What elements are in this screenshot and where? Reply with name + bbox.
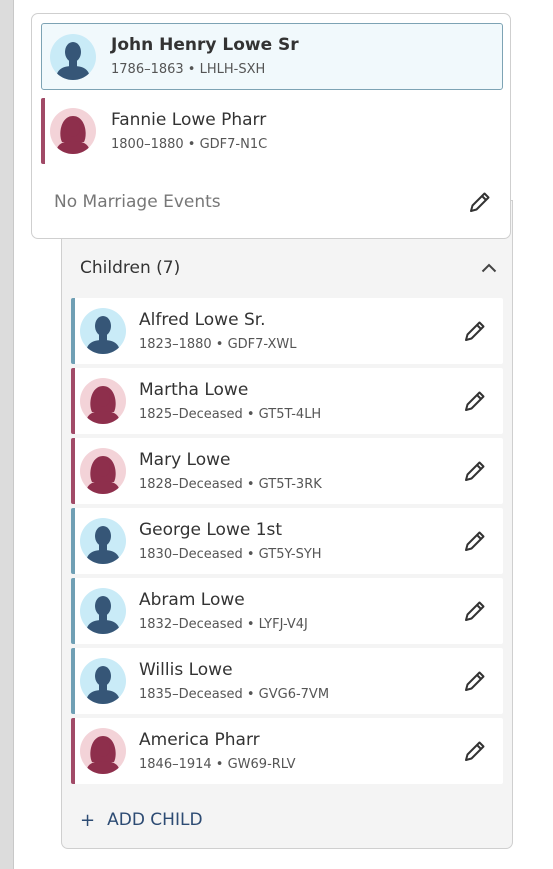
- child-person-card[interactable]: Alfred Lowe Sr. 1823–1880 • GDF7-XWL: [71, 298, 503, 364]
- add-child-button[interactable]: + ADD CHILD: [80, 805, 203, 835]
- child-meta: 1828–Deceased • GT5T-3RK: [139, 476, 322, 492]
- male-avatar-icon: [80, 658, 126, 704]
- children-panel: Children (7) Alfred Lowe Sr. 1823–1880 • …: [61, 200, 513, 849]
- child-name: Alfred Lowe Sr.: [139, 309, 266, 330]
- male-avatar-icon: [80, 518, 126, 564]
- child-meta: 1823–1880 • GDF7-XWL: [139, 336, 297, 352]
- couple-card: John Henry Lowe Sr 1786–1863 • LHLH-SXH …: [31, 13, 511, 239]
- edit-child-pencil-icon[interactable]: [461, 597, 489, 625]
- husband-person-card[interactable]: John Henry Lowe Sr 1786–1863 • LHLH-SXH: [41, 23, 503, 90]
- child-person-card[interactable]: Willis Lowe 1835–Deceased • GVG6-7VM: [71, 648, 503, 714]
- plus-icon: +: [80, 809, 96, 831]
- edit-child-pencil-icon[interactable]: [461, 387, 489, 415]
- male-avatar-icon: [80, 588, 126, 634]
- marriage-events-row: No Marriage Events: [54, 182, 494, 222]
- child-person-card[interactable]: America Pharr 1846–1914 • GW69-RLV: [71, 718, 503, 784]
- wife-person-card[interactable]: Fannie Lowe Pharr 1800–1880 • GDF7-N1C: [41, 98, 503, 164]
- child-name: George Lowe 1st: [139, 519, 283, 540]
- edit-marriage-pencil-icon[interactable]: [466, 188, 494, 216]
- edit-child-pencil-icon[interactable]: [461, 527, 489, 555]
- edit-child-pencil-icon[interactable]: [461, 457, 489, 485]
- add-child-label: ADD CHILD: [107, 810, 203, 830]
- child-name: Willis Lowe: [139, 659, 233, 680]
- child-person-card[interactable]: Mary Lowe 1828–Deceased • GT5T-3RK: [71, 438, 503, 504]
- child-meta: 1832–Deceased • LYFJ-V4J: [139, 616, 308, 632]
- child-name: America Pharr: [139, 729, 260, 750]
- wife-name: Fannie Lowe Pharr: [111, 109, 267, 130]
- wife-meta: 1800–1880 • GDF7-N1C: [111, 136, 268, 152]
- child-person-card[interactable]: Martha Lowe 1825–Deceased • GT5T-4LH: [71, 368, 503, 434]
- female-avatar-icon: [50, 108, 96, 154]
- child-person-card[interactable]: George Lowe 1st 1830–Deceased • GT5Y-SYH: [71, 508, 503, 574]
- children-section-header[interactable]: Children (7): [80, 248, 500, 288]
- female-avatar-icon: [80, 448, 126, 494]
- children-list: Alfred Lowe Sr. 1823–1880 • GDF7-XWL Marth…: [71, 298, 503, 788]
- child-meta: 1830–Deceased • GT5Y-SYH: [139, 546, 322, 562]
- edit-child-pencil-icon[interactable]: [461, 737, 489, 765]
- husband-name: John Henry Lowe Sr: [111, 35, 299, 55]
- edit-child-pencil-icon[interactable]: [461, 667, 489, 695]
- child-name: Martha Lowe: [139, 379, 249, 400]
- children-title: Children (7): [80, 258, 181, 278]
- edit-child-pencil-icon[interactable]: [461, 317, 489, 345]
- child-person-card[interactable]: Abram Lowe 1832–Deceased • LYFJ-V4J: [71, 578, 503, 644]
- child-meta: 1846–1914 • GW69-RLV: [139, 756, 296, 772]
- left-rail: [0, 0, 14, 869]
- child-name: Abram Lowe: [139, 589, 245, 610]
- child-meta: 1825–Deceased • GT5T-4LH: [139, 406, 322, 422]
- marriage-events-text: No Marriage Events: [54, 192, 221, 212]
- chevron-up-icon[interactable]: [478, 257, 500, 279]
- male-avatar-icon: [50, 33, 96, 80]
- child-meta: 1835–Deceased • GVG6-7VM: [139, 686, 330, 702]
- husband-meta: 1786–1863 • LHLH-SXH: [111, 62, 266, 77]
- female-avatar-icon: [80, 728, 126, 774]
- female-avatar-icon: [80, 378, 126, 424]
- child-name: Mary Lowe: [139, 449, 231, 470]
- male-avatar-icon: [80, 308, 126, 354]
